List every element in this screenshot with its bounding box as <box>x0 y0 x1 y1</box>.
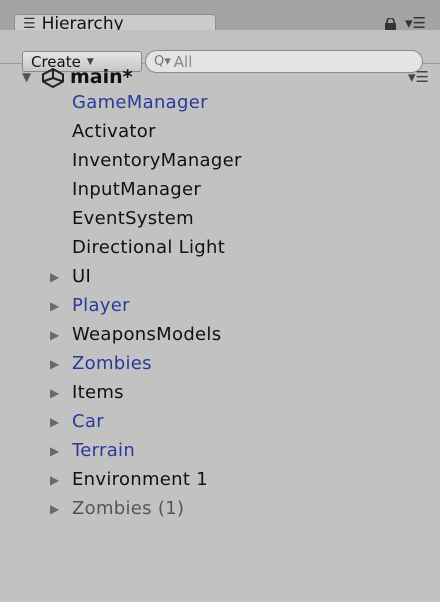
tree-item-label: Environment 1 <box>72 469 209 490</box>
hierarchy-tree: GameManager Activator InventoryManager Inpu… <box>0 88 440 523</box>
tree-item[interactable]: ▶ Player <box>0 291 440 320</box>
lock-icon[interactable] <box>384 18 397 30</box>
tree-item[interactable]: ▶ Environment 1 <box>0 465 440 494</box>
tree-item-label: Player <box>72 295 130 316</box>
tab-strip: ☰ Hierarchy ▾☰ <box>0 0 440 34</box>
triangle-right-icon[interactable]: ▶ <box>50 386 72 400</box>
triangle-down-icon[interactable]: ▼ <box>22 70 31 84</box>
tree-item[interactable]: Activator <box>0 117 440 146</box>
tree-item-label: Zombies (1) <box>72 498 185 519</box>
tree-item-label: InventoryManager <box>72 150 242 171</box>
tree-item-label: Car <box>72 411 104 432</box>
tree-item[interactable]: ▶ Items <box>0 378 440 407</box>
tree-item[interactable]: InputManager <box>0 175 440 204</box>
triangle-right-icon[interactable]: ▶ <box>50 473 72 487</box>
tree-item-label: Items <box>72 382 124 403</box>
tree-item-label: EventSystem <box>72 208 194 229</box>
tree-item-label: Zombies <box>72 353 152 374</box>
scene-header[interactable]: ▼ main* ▾☰ <box>0 63 440 91</box>
tree-item-label: WeaponsModels <box>72 324 222 345</box>
tree-item[interactable]: ▶ UI <box>0 262 440 291</box>
tree-item-label: Directional Light <box>72 237 226 258</box>
triangle-right-icon[interactable]: ▶ <box>50 502 72 516</box>
tree-item-label: InputManager <box>72 179 202 200</box>
triangle-right-icon[interactable]: ▶ <box>50 415 72 429</box>
tree-item-label: Activator <box>72 121 156 142</box>
triangle-right-icon[interactable]: ▶ <box>50 357 72 371</box>
triangle-right-icon[interactable]: ▶ <box>50 328 72 342</box>
triangle-right-icon[interactable]: ▶ <box>50 444 72 458</box>
tree-item-label: UI <box>72 266 92 287</box>
tree-item[interactable]: ▶ Terrain <box>0 436 440 465</box>
triangle-right-icon[interactable]: ▶ <box>50 299 72 313</box>
tree-item-label: GameManager <box>72 92 208 113</box>
tree-item-label: Terrain <box>72 440 136 461</box>
scene-name: main* <box>70 66 133 88</box>
tree-item[interactable]: EventSystem <box>0 204 440 233</box>
triangle-right-icon[interactable]: ▶ <box>50 270 72 284</box>
hierarchy-panel: ☰ Hierarchy ▾☰ Create ▼ Q▾ ▼ main* ▾☰ Ga… <box>0 0 440 602</box>
scene-menu-icon[interactable]: ▾☰ <box>408 68 429 86</box>
tree-item[interactable]: Directional Light <box>0 233 440 262</box>
tree-item[interactable]: InventoryManager <box>0 146 440 175</box>
tree-item[interactable]: ▶ Zombies (1) <box>0 494 440 523</box>
tree-item[interactable]: ▶ WeaponsModels <box>0 320 440 349</box>
unity-icon <box>42 68 64 88</box>
tree-item[interactable]: ▶ Car <box>0 407 440 436</box>
tree-item[interactable]: GameManager <box>0 88 440 117</box>
tree-item[interactable]: ▶ Zombies <box>0 349 440 378</box>
